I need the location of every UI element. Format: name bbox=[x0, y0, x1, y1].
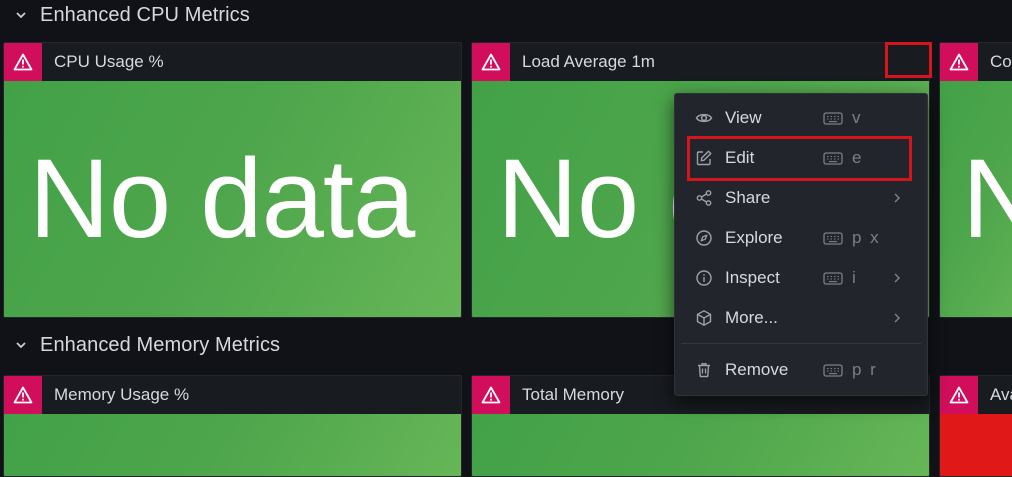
panel-header[interactable]: Memory Usage % bbox=[4, 376, 461, 414]
cube-icon bbox=[695, 309, 713, 327]
row-title: Enhanced Memory Metrics bbox=[40, 333, 281, 356]
chevron-down-icon[interactable] bbox=[14, 8, 28, 22]
menu-item-label: Inspect bbox=[725, 268, 780, 287]
row-header-cpu[interactable]: Enhanced CPU Metrics bbox=[0, 0, 250, 30]
panel-title: CPU Usage % bbox=[54, 52, 164, 71]
share-icon bbox=[695, 189, 713, 207]
keyboard-icon bbox=[823, 111, 843, 125]
warning-icon[interactable] bbox=[472, 376, 510, 414]
stat-value-area bbox=[472, 414, 929, 476]
panel-menu-trigger[interactable] bbox=[885, 42, 932, 78]
menu-divider bbox=[681, 343, 921, 344]
warning-icon[interactable] bbox=[472, 43, 510, 81]
stat-value-area bbox=[940, 414, 1012, 476]
edit-highlight bbox=[687, 136, 912, 181]
menu-item-inspect[interactable]: Inspect i bbox=[675, 258, 927, 298]
compass-icon bbox=[695, 229, 713, 247]
warning-icon[interactable] bbox=[940, 43, 978, 81]
panel-title: Co bbox=[990, 52, 1012, 71]
stat-value-area: N bbox=[940, 81, 1012, 317]
chevron-right-icon bbox=[891, 191, 903, 205]
panel-header[interactable]: CPU Usage % bbox=[4, 43, 461, 81]
trash-icon bbox=[695, 361, 713, 379]
menu-item-explore[interactable]: Explore p x bbox=[675, 218, 927, 258]
menu-item-label: Share bbox=[725, 188, 771, 207]
menu-item-more[interactable]: More... bbox=[675, 298, 927, 338]
panel-header[interactable]: Co bbox=[940, 43, 1012, 81]
menu-item-shortcut: p x bbox=[852, 228, 881, 247]
menu-item-view[interactable]: View v bbox=[675, 98, 927, 138]
menu-item-label: More... bbox=[725, 308, 778, 327]
row-title: Enhanced CPU Metrics bbox=[40, 3, 250, 26]
panel-title: Total Memory bbox=[522, 385, 625, 404]
panel-header[interactable]: Ava bbox=[940, 376, 1012, 414]
menu-item-shortcut: v bbox=[852, 108, 863, 127]
warning-icon[interactable] bbox=[4, 376, 42, 414]
keyboard-icon bbox=[823, 363, 843, 377]
panel-header[interactable]: Load Average 1m bbox=[472, 43, 929, 81]
menu-item-share[interactable]: Share bbox=[675, 178, 927, 218]
keyboard-icon bbox=[823, 271, 843, 285]
stat-value-area: No data bbox=[4, 81, 461, 317]
stat-value: No data bbox=[29, 136, 415, 261]
panel-cpu-usage: CPU Usage % No data bbox=[3, 42, 462, 318]
info-icon bbox=[695, 269, 713, 287]
panel-third-top: Co N bbox=[939, 42, 1012, 318]
keyboard-icon bbox=[823, 231, 843, 245]
chevron-down-icon[interactable] bbox=[14, 338, 28, 352]
menu-item-shortcut: p r bbox=[852, 360, 878, 379]
panel-title: Load Average 1m bbox=[522, 52, 655, 71]
panel-title: Ava bbox=[990, 385, 1012, 404]
menu-item-remove[interactable]: Remove p r bbox=[675, 350, 927, 390]
stat-value-area bbox=[4, 414, 461, 476]
menu-item-label: Explore bbox=[725, 228, 783, 247]
row-header-memory[interactable]: Enhanced Memory Metrics bbox=[0, 330, 280, 360]
panel-title: Memory Usage % bbox=[54, 385, 190, 404]
menu-item-label: View bbox=[725, 108, 762, 127]
menu-item-label: Remove bbox=[725, 360, 789, 379]
warning-icon[interactable] bbox=[940, 376, 978, 414]
chevron-right-icon bbox=[891, 271, 903, 285]
warning-icon[interactable] bbox=[4, 43, 42, 81]
stat-value: N bbox=[962, 143, 1012, 255]
menu-item-shortcut: i bbox=[852, 268, 858, 287]
chevron-right-icon bbox=[891, 311, 903, 325]
eye-icon bbox=[695, 109, 713, 127]
